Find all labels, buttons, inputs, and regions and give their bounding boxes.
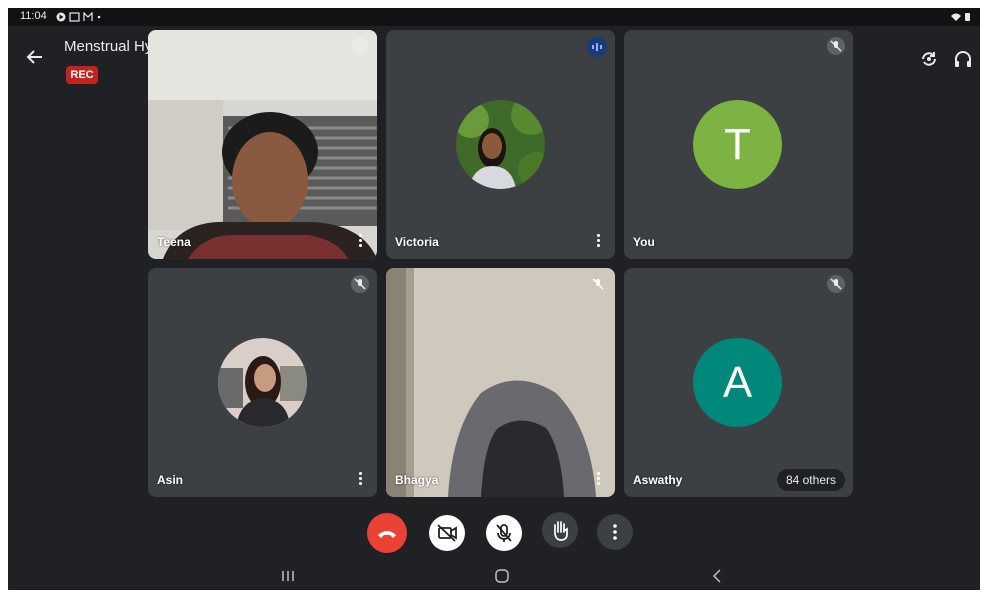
- status-notification-icons: [56, 12, 101, 22]
- mic-muted-icon: [351, 275, 369, 293]
- wifi-icon: [951, 13, 961, 21]
- camera-off-icon: [437, 524, 457, 542]
- speaking-indicator-icon: [587, 37, 607, 57]
- participant-tile-bhagya[interactable]: Bhagya: [386, 268, 615, 497]
- mic-muted-icon: [827, 37, 845, 55]
- more-vert-icon[interactable]: [359, 234, 363, 248]
- participant-tile-aswathy[interactable]: A Aswathy 84 others: [624, 268, 853, 497]
- mic-muted-icon: [351, 37, 369, 55]
- nav-back-icon[interactable]: [706, 566, 730, 586]
- meet-screen: 11:04 Menstrual Hygiene▶ REC: [8, 8, 980, 590]
- camera-toggle-button[interactable]: [429, 515, 465, 551]
- more-vert-icon[interactable]: [597, 234, 601, 248]
- recording-badge: REC: [66, 66, 98, 84]
- mic-muted-icon: [827, 275, 845, 293]
- more-vert-icon[interactable]: [359, 472, 363, 486]
- end-call-icon: [378, 531, 396, 538]
- more-options-icon: [613, 524, 617, 540]
- participant-name: Bhagya: [395, 473, 439, 487]
- status-right-icons: [951, 13, 970, 21]
- status-bar: 11:04: [8, 8, 980, 26]
- participant-video: [386, 268, 615, 497]
- participant-tile-you[interactable]: T You: [624, 30, 853, 259]
- switch-camera-icon[interactable]: [918, 48, 940, 70]
- participant-tile-victoria[interactable]: Victoria: [386, 30, 615, 259]
- battery-icon: [965, 13, 970, 21]
- participant-name: You: [633, 235, 655, 249]
- gmail-icon: [83, 12, 93, 21]
- profile-photo-avatar: [218, 338, 307, 427]
- others-count-chip[interactable]: 84 others: [776, 469, 845, 491]
- back-arrow-icon[interactable]: [24, 46, 46, 68]
- participant-name: Aswathy: [633, 473, 683, 487]
- more-vert-icon[interactable]: [597, 472, 601, 486]
- participant-video: [148, 30, 377, 259]
- participant-name: Asin: [157, 473, 184, 487]
- system-nav-bar: [8, 563, 980, 590]
- profile-photo-avatar: [456, 100, 545, 189]
- mic-toggle-button[interactable]: [486, 515, 522, 551]
- home-icon[interactable]: [490, 566, 514, 586]
- participant-tile-teena[interactable]: Teena: [148, 30, 377, 259]
- recent-apps-icon[interactable]: [276, 566, 300, 586]
- participant-name: Teena: [157, 235, 191, 249]
- mic-muted-icon: [589, 275, 607, 293]
- raise-hand-button[interactable]: [542, 512, 578, 548]
- audio-output-icon[interactable]: [952, 48, 974, 70]
- participant-tile-asin[interactable]: Asin: [148, 268, 377, 497]
- participant-name: Victoria: [395, 235, 439, 249]
- mic-off-icon: [496, 524, 512, 542]
- raise-hand-icon: [554, 521, 568, 541]
- letter-avatar: A: [693, 338, 782, 427]
- gallery-icon: [69, 12, 80, 22]
- dot-icon: [97, 15, 101, 19]
- end-call-button[interactable]: [367, 513, 407, 553]
- more-options-button[interactable]: [597, 514, 633, 550]
- letter-avatar: T: [693, 100, 782, 189]
- status-time: 11:04: [20, 10, 47, 22]
